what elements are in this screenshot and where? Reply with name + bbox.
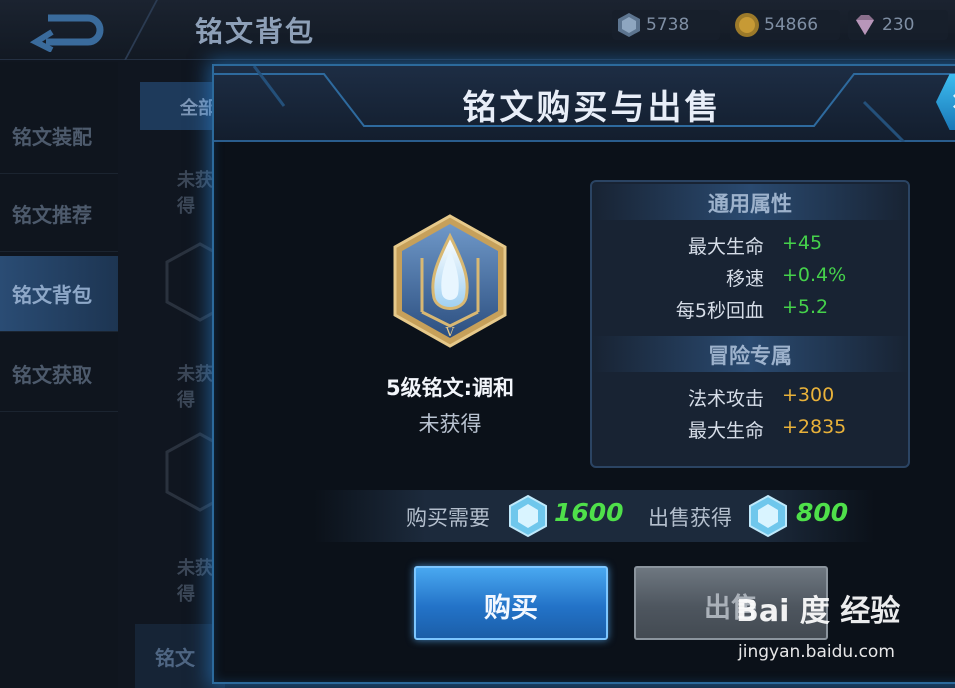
crystal-icon — [509, 494, 547, 538]
watermark-url: jingyan.baidu.com — [738, 642, 895, 662]
stat-row: 移速 +0.4% — [592, 262, 908, 292]
stat-value: +2835 — [782, 416, 847, 438]
sidebar-item-rune-recommend[interactable]: 铭文推荐 — [0, 176, 118, 252]
sell-price-amount: 800 — [796, 498, 849, 527]
gold-amount: 54866 — [764, 15, 819, 35]
sidebar-item-rune-obtain[interactable]: 铭文获取 — [0, 336, 118, 412]
stat-row: 最大生命 +45 — [592, 230, 908, 260]
diamond-icon — [856, 15, 874, 35]
rune-status: 未获得 — [418, 412, 482, 436]
top-bar: 铭文背包 5738 54866 230 — [0, 0, 955, 60]
stat-label: 最大生命 — [687, 420, 764, 442]
stats-panel: 通用属性 最大生命 +45 移速 +0.4% 每5秒回血 +5.2 冒险专属 法… — [590, 180, 910, 468]
buy-price-label: 购买需要 — [406, 506, 490, 530]
rune-name: 5级铭文:调和 — [385, 376, 514, 400]
baidu-watermark: Bai 度 经验 jingyan.baidu.com — [736, 586, 946, 670]
dialog-header: 铭文购买与出售 — [214, 66, 955, 142]
general-stats-heading: 通用属性 — [592, 184, 908, 220]
crystal-icon — [749, 494, 787, 538]
buy-button[interactable]: 购买 — [414, 566, 608, 640]
price-bar: 购买需要 1600 出售获得 800 — [314, 490, 874, 542]
stat-value: +45 — [782, 232, 823, 254]
diamond-currency: 230 — [848, 10, 948, 40]
adventure-stats-heading: 冒险专属 — [592, 336, 908, 372]
crystal-icon — [618, 13, 640, 37]
sidebar-item-rune-equip[interactable]: 铭文装配 — [0, 98, 118, 174]
close-icon: ✕ — [950, 88, 955, 116]
crystal-currency: 5738 — [612, 10, 720, 40]
sell-price-label: 出售获得 — [648, 506, 732, 530]
gold-currency: 54866 — [730, 10, 840, 40]
sidebar-item-rune-bag[interactable]: 铭文背包 — [0, 256, 118, 332]
crystal-amount: 5738 — [646, 15, 690, 35]
stat-value: +0.4% — [782, 264, 847, 286]
svg-text:V: V — [445, 325, 455, 339]
diamond-amount: 230 — [882, 15, 915, 35]
buy-button-label: 购买 — [484, 593, 538, 624]
stat-value: +5.2 — [782, 296, 829, 318]
buy-price-amount: 1600 — [554, 498, 624, 527]
stat-label: 最大生命 — [687, 236, 764, 258]
gold-coin-icon — [735, 13, 759, 37]
stat-label: 移速 — [725, 268, 764, 290]
tab-all[interactable]: 全部 — [140, 82, 220, 130]
teardrop-hexagon-rune-icon: V — [393, 214, 507, 348]
sidebar: 铭文装配 铭文推荐 铭文背包 铭文获取 — [0, 62, 118, 688]
stat-label: 法术攻击 — [687, 388, 764, 410]
stat-label: 每5秒回血 — [675, 300, 764, 322]
watermark-logo: Bai 度 经验 — [736, 594, 901, 629]
topbar-divider — [124, 0, 196, 60]
stat-row: 最大生命 +2835 — [592, 414, 908, 444]
stat-row: 每5秒回血 +5.2 — [592, 294, 908, 324]
back-arrow-icon[interactable] — [18, 8, 118, 52]
stat-row: 法术攻击 +300 — [592, 382, 908, 412]
stat-value: +300 — [782, 384, 835, 406]
dialog-title: 铭文购买与出售 — [462, 88, 722, 128]
page-title: 铭文背包 — [195, 15, 316, 48]
